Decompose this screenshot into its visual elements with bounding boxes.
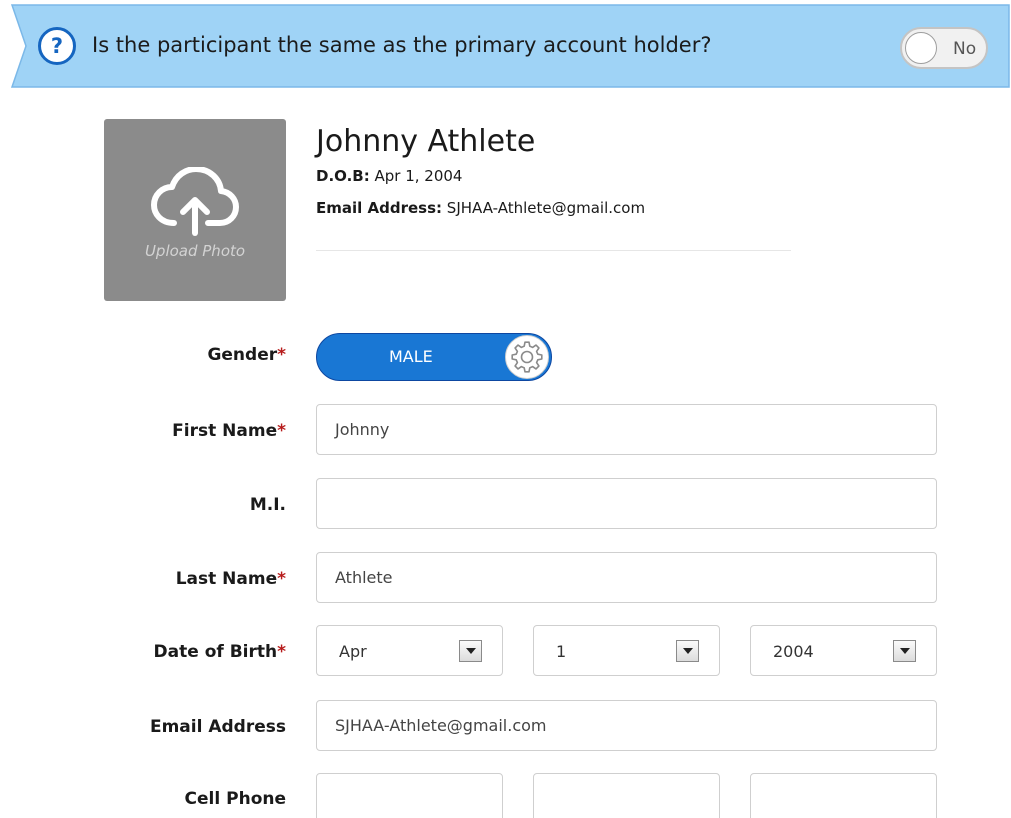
last-name-label: Last Name* — [60, 569, 286, 589]
chevron-down-icon[interactable] — [893, 640, 916, 662]
dob-value: Apr 1, 2004 — [374, 167, 463, 185]
first-name-label-text: First Name — [172, 421, 278, 441]
email-field-label-text: Email Address — [149, 717, 286, 737]
gender-label-text: Gender — [207, 345, 278, 365]
gender-value: MALE — [389, 347, 433, 366]
mi-input[interactable] — [316, 478, 937, 529]
gear-icon — [505, 335, 549, 379]
cell-phone-label: Cell Phone — [60, 789, 286, 809]
cell-phone-line-input[interactable] — [750, 773, 937, 818]
cloud-upload-icon — [151, 167, 239, 236]
first-name-input[interactable]: Johnny — [316, 404, 937, 455]
mi-label: M.I. — [60, 495, 286, 515]
dob-label: D.O.B: — [316, 167, 370, 185]
upload-photo-label: Upload Photo — [144, 242, 246, 260]
chevron-down-icon[interactable] — [459, 640, 482, 662]
participant-question-banner: ? Is the participant the same as the pri… — [0, 4, 1011, 88]
email-value: SJHAA-Athlete@gmail.com — [446, 199, 646, 217]
dob-field-label: Date of Birth* — [60, 642, 286, 662]
chevron-down-icon[interactable] — [676, 640, 699, 662]
participant-dob: D.O.B: Apr 1, 2004 — [316, 167, 462, 185]
email-input-value: SJHAA-Athlete@gmail.com — [335, 716, 547, 735]
email-input[interactable]: SJHAA-Athlete@gmail.com — [316, 700, 937, 751]
last-name-value: Athlete — [335, 568, 393, 587]
dob-field-label-text: Date of Birth — [153, 642, 278, 662]
question-mark-icon: ? — [38, 27, 76, 65]
participant-email: Email Address: SJHAA-Athlete@gmail.com — [316, 199, 645, 217]
profile-divider — [316, 250, 791, 251]
required-mark: * — [277, 421, 286, 441]
cell-phone-label-text: Cell Phone — [184, 789, 286, 809]
toggle-knob — [905, 32, 937, 64]
same-as-holder-toggle[interactable]: No — [900, 27, 988, 69]
gender-label: Gender* — [60, 345, 286, 365]
required-mark: * — [277, 345, 286, 365]
required-mark: * — [277, 569, 286, 589]
participant-name: Johnny Athlete — [316, 124, 536, 159]
last-name-label-text: Last Name — [175, 569, 278, 589]
mi-label-text: M.I. — [249, 495, 286, 515]
cell-phone-prefix-input[interactable] — [533, 773, 720, 818]
banner-question-text: Is the participant the same as the prima… — [92, 33, 712, 57]
dob-year-select[interactable]: 2004 — [750, 625, 937, 676]
cell-phone-area-code-input[interactable] — [316, 773, 503, 818]
upload-photo-button[interactable]: Upload Photo — [104, 119, 286, 301]
first-name-label: First Name* — [60, 421, 286, 441]
email-label: Email Address: — [316, 199, 443, 217]
dob-year-value: 2004 — [773, 642, 814, 661]
dob-day-value: 1 — [556, 642, 567, 661]
last-name-input[interactable]: Athlete — [316, 552, 937, 603]
toggle-label: No — [953, 39, 977, 59]
first-name-value: Johnny — [335, 420, 390, 439]
gender-toggle[interactable]: MALE — [316, 333, 552, 381]
dob-month-value: Apr — [339, 642, 367, 661]
dob-day-select[interactable]: 1 — [533, 625, 720, 676]
dob-month-select[interactable]: Apr — [316, 625, 503, 676]
required-mark: * — [277, 642, 286, 662]
email-field-label: Email Address — [60, 717, 286, 737]
